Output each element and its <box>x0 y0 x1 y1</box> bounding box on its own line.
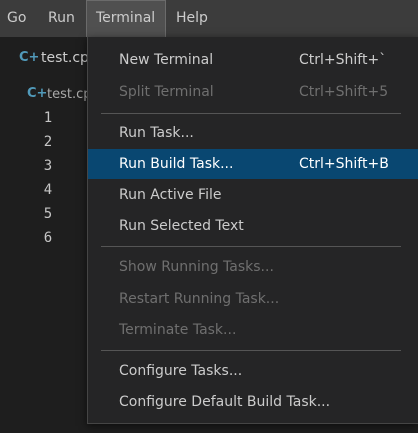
menu-item-run-build-task[interactable]: Run Build Task... Ctrl+Shift+B <box>88 149 418 179</box>
menu-item-split-terminal[interactable]: Split Terminal Ctrl+Shift+5 <box>88 77 418 107</box>
menu-separator <box>101 350 401 351</box>
menu-separator <box>101 113 401 114</box>
menu-item-run-selected-text[interactable]: Run Selected Text <box>88 211 418 241</box>
line-number: 2 <box>43 134 53 150</box>
menu-item-label: Run Build Task... <box>119 156 234 172</box>
menubar-go[interactable]: Go <box>0 0 39 37</box>
menubar-run[interactable]: Run <box>39 0 86 37</box>
line-number: 4 <box>43 182 53 198</box>
menu-item-label: New Terminal <box>119 52 214 68</box>
cpp-file-icon: C+ <box>27 86 48 101</box>
menu-item-label: Restart Running Task... <box>119 291 280 307</box>
cpp-file-icon: C+ <box>19 50 40 65</box>
menu-item-label: Configure Tasks... <box>119 363 243 379</box>
menu-item-new-terminal[interactable]: New Terminal Ctrl+Shift+` <box>88 45 418 75</box>
menu-item-label: Split Terminal <box>119 84 214 100</box>
menu-item-label: Terminate Task... <box>119 322 237 338</box>
line-number: 3 <box>43 158 53 174</box>
menu-item-label: Run Task... <box>119 125 194 141</box>
menubar: Go Run Terminal Help <box>0 0 418 37</box>
menu-item-restart-running-task[interactable]: Restart Running Task... <box>88 284 418 314</box>
menubar-help[interactable]: Help <box>166 0 218 37</box>
menu-item-label: Run Selected Text <box>119 218 244 234</box>
menu-item-label: Run Active File <box>119 187 222 203</box>
menu-item-run-active-file[interactable]: Run Active File <box>88 180 418 210</box>
menu-item-show-running-tasks[interactable]: Show Running Tasks... <box>88 252 418 282</box>
terminal-menu: New Terminal Ctrl+Shift+` Split Terminal… <box>87 37 418 424</box>
menu-item-shortcut: Ctrl+Shift+B <box>299 156 389 172</box>
menu-item-label: Configure Default Build Task... <box>119 394 331 410</box>
menu-item-configure-default-build-task[interactable]: Configure Default Build Task... <box>88 387 418 417</box>
line-number: 5 <box>43 206 53 222</box>
menu-item-run-task[interactable]: Run Task... <box>88 118 418 148</box>
line-number: 1 <box>43 110 53 126</box>
menu-item-shortcut: Ctrl+Shift+5 <box>299 84 389 100</box>
menu-item-terminate-task[interactable]: Terminate Task... <box>88 315 418 345</box>
menu-item-shortcut: Ctrl+Shift+` <box>299 52 387 68</box>
menubar-terminal[interactable]: Terminal <box>86 0 166 37</box>
menu-item-configure-tasks[interactable]: Configure Tasks... <box>88 356 418 386</box>
menu-item-label: Show Running Tasks... <box>119 259 274 275</box>
line-number: 6 <box>43 230 53 246</box>
menu-separator <box>101 246 401 247</box>
